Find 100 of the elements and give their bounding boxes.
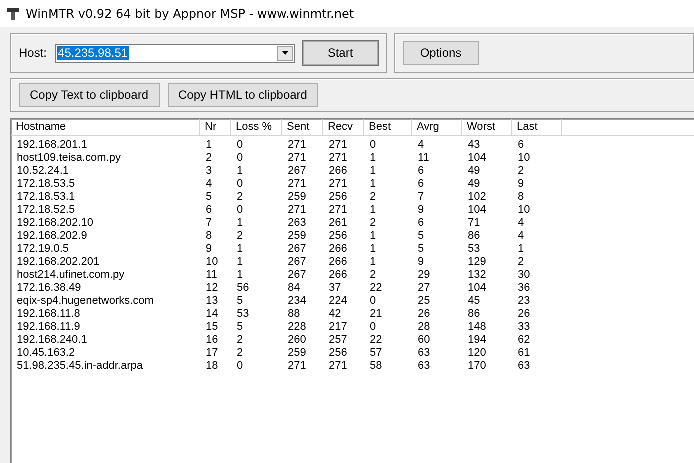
dropdown-caret-icon	[282, 51, 288, 55]
table-cell-text: 1	[369, 256, 378, 268]
table-cell-text: 26	[517, 308, 532, 320]
table-cell-text: 1	[369, 204, 378, 216]
table-cell-text: 1	[236, 256, 244, 268]
table-cell-text: 129	[467, 256, 488, 268]
table-cell-text: 192.168.240.1	[16, 334, 88, 346]
options-button[interactable]: Options	[403, 41, 479, 65]
table-cell-text: 49	[467, 178, 482, 190]
table-cell-text: 25	[417, 294, 432, 306]
table-cell-text: 45	[467, 294, 482, 306]
table-cell-text: 13	[205, 294, 220, 306]
table-cell-text: 1	[236, 268, 244, 280]
table-cell-text: 0	[369, 138, 378, 150]
table-cell-text: 267	[287, 242, 308, 254]
table-cell-text: 3	[205, 164, 214, 176]
table-cell-text: 0	[369, 294, 378, 306]
table-cell-text: 43	[467, 138, 482, 150]
column-header[interactable]: Loss %	[231, 119, 282, 136]
table-cell-text: 2	[205, 152, 214, 164]
table-cell-text: 2	[236, 190, 244, 202]
start-button[interactable]: Start	[303, 41, 378, 65]
table-cell-text: 42	[328, 308, 342, 320]
table-cell-text: 1	[517, 242, 526, 254]
table-cell-text: 17	[205, 346, 220, 358]
table-cell-text: 5	[205, 190, 214, 202]
table-cell-text: 5	[417, 230, 426, 242]
table-cell-text: 263	[287, 216, 308, 228]
table-cell-text: 256	[328, 346, 348, 358]
host-combo-box[interactable]: 45.235.98.51	[55, 44, 295, 62]
table-cell-text: 132	[467, 268, 488, 280]
table-cell-text: 271	[328, 152, 348, 164]
table-cell-text: 1	[369, 230, 378, 242]
table-cell-text: 266	[328, 268, 348, 280]
table-cell-text: 0	[236, 204, 244, 216]
table-cell-text: 22	[369, 282, 384, 294]
table-cell-text: 0	[236, 138, 244, 150]
table-cell-text: 102	[467, 190, 488, 202]
table-cell-text: 2	[236, 230, 244, 242]
table-cell-text: 2	[236, 334, 244, 346]
table-cell-text: host109.teisa.com.py	[16, 152, 122, 164]
table-cell-text: 71	[467, 216, 482, 228]
table-cell-text: 266	[328, 256, 348, 268]
table-cell-text: 192.168.202.201	[16, 256, 101, 268]
table-cell-text: 6	[417, 178, 426, 190]
table-cell-text: 84	[287, 282, 302, 294]
table-cell-text: 30	[517, 268, 532, 280]
column-header[interactable]: Sent	[282, 119, 323, 136]
table-cell-text: 23	[517, 294, 532, 306]
window-title: WinMTR v0.92 64 bit by Appnor MSP - www.winmtr.net	[26, 6, 354, 20]
table-cell-text: 234	[287, 294, 308, 306]
table-cell-text: 257	[328, 334, 348, 346]
table-cell-text: 2	[517, 164, 526, 176]
table-cell-text: 11	[417, 152, 430, 164]
table-cell-text: 256	[328, 230, 348, 242]
table-cell-text: 172.16.38.49	[16, 282, 82, 294]
table-cell-text: 9	[417, 256, 426, 268]
column-header[interactable]: Hostname	[11, 119, 200, 136]
table-cell-text: 0	[369, 320, 378, 332]
column-header[interactable]: Best	[364, 119, 412, 136]
table-cell-text: 192.168.202.9	[16, 230, 88, 242]
table-cell-text: 14	[205, 308, 220, 320]
table-cell-text: 271	[287, 152, 308, 164]
table-cell-text: 5	[236, 294, 244, 306]
table-cell-text: 228	[287, 320, 308, 332]
table-cell-text: 10	[205, 256, 220, 268]
table-cell-text: 33	[517, 320, 532, 332]
column-header[interactable]: Last	[512, 119, 562, 136]
table-cell-text: 16	[205, 334, 220, 346]
table-cell-text: 256	[328, 190, 348, 202]
column-header[interactable]: Nr	[200, 119, 231, 136]
table-cell-text: 1	[236, 216, 244, 228]
table-cell-text: 63	[517, 360, 532, 372]
table-cell-text: 266	[328, 164, 348, 176]
table-cell-text: 104	[467, 204, 488, 216]
table-cell-text: 5	[236, 320, 244, 332]
table-cell-text: 27	[417, 282, 432, 294]
table-cell-text: 267	[287, 268, 308, 280]
table-cell-text: 1	[205, 138, 214, 150]
table-cell-text: 104	[467, 282, 488, 294]
table-cell-text: 53	[236, 308, 250, 320]
table-cell-text: 192.168.202.10	[16, 216, 94, 228]
table-cell-text: 28	[417, 320, 432, 332]
table-cell-text: 172.18.52.5	[16, 204, 76, 216]
table-cell-text: 259	[287, 190, 308, 202]
table-cell-text: 4	[417, 138, 426, 150]
app-icon	[6, 6, 20, 20]
table-cell-text: 11	[205, 268, 218, 280]
table-cell-text: 7	[205, 216, 214, 228]
copy-html-button[interactable]: Copy HTML to clipboard	[168, 83, 318, 107]
table-cell-text: 7	[417, 190, 426, 202]
column-header[interactable]: Recv	[323, 119, 364, 136]
table-cell-text: 51.98.235.45.in-addr.arpa	[16, 360, 144, 372]
table-cell-text: 259	[287, 230, 308, 242]
column-header[interactable]: Avrg	[412, 119, 462, 136]
column-header[interactable]: Worst	[462, 119, 512, 136]
table-cell-text: 88	[287, 308, 302, 320]
table-cell-text: 8	[205, 230, 214, 242]
table-cell-text: 29	[417, 268, 432, 280]
copy-text-button[interactable]: Copy Text to clipboard	[19, 83, 160, 107]
